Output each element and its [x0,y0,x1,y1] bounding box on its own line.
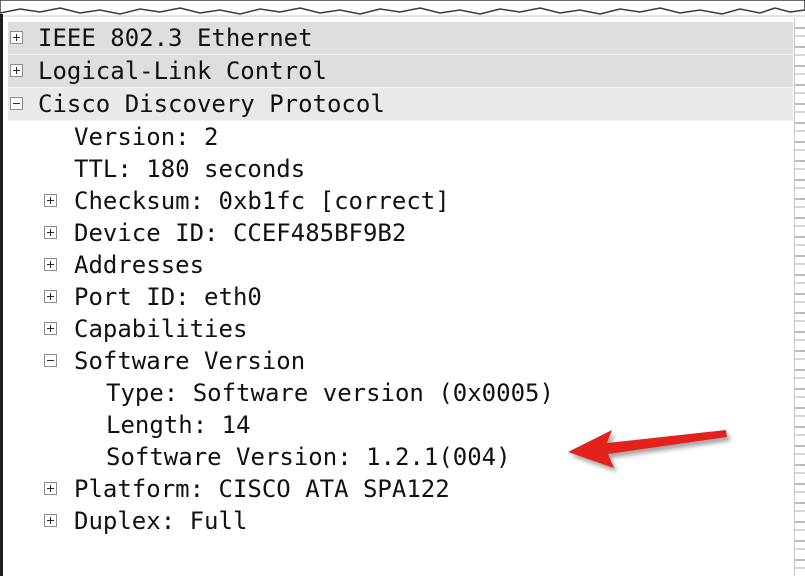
expand-icon[interactable] [44,482,57,495]
expand-icon[interactable] [44,514,57,527]
red-arrow-icon [568,430,727,468]
tree-row-label: Device ID: CCEF485BF9B2 [74,219,407,247]
vertical-scrollbar[interactable] [794,18,805,576]
tree-row-ethernet[interactable]: IEEE 802.3 Ethernet [8,22,793,55]
expand-icon[interactable] [44,194,57,207]
tree-row-label: Checksum: 0xb1fc [correct] [74,187,450,215]
tree-row-checksum[interactable]: Checksum: 0xb1fc [correct] [8,185,793,217]
tree-row-version[interactable]: Version: 2 [8,121,793,153]
expand-icon[interactable] [10,31,23,44]
expand-icon[interactable] [10,64,23,77]
tree-row-label: TTL: 180 seconds [74,155,306,183]
tree-row-software-version[interactable]: Software Version [8,345,793,377]
expand-icon[interactable] [44,290,57,303]
collapse-icon[interactable] [44,354,57,367]
tree-row-label: Cisco Discovery Protocol [38,90,385,118]
tree-row-device-id[interactable]: Device ID: CCEF485BF9B2 [8,217,793,249]
collapse-icon[interactable] [10,97,23,110]
tree-row-cdp[interactable]: Cisco Discovery Protocol [8,88,793,121]
tree-row-label: Addresses [74,251,205,279]
tree-row-type[interactable]: Type: Software version (0x0005) [8,377,793,409]
packet-details-pane: IEEE 802.3 Ethernet Logical-Link Control… [0,0,805,576]
tree-row-label: Duplex: Full [74,507,248,535]
tree-row-capabilities[interactable]: Capabilities [8,313,793,345]
tree-row-label: Software Version [74,347,306,375]
tree-row-ttl[interactable]: TTL: 180 seconds [8,153,793,185]
expand-icon[interactable] [44,258,57,271]
tree-row-duplex[interactable]: Duplex: Full [8,505,793,537]
tree-row-label: Software Version: 1.2.1(004) [106,443,511,471]
tree-row-label: Logical-Link Control [38,57,327,85]
tree-row-label: IEEE 802.3 Ethernet [38,24,313,52]
expand-icon[interactable] [44,322,57,335]
tree-row-llc[interactable]: Logical-Link Control [8,55,793,88]
tree-row-label: Version: 2 [74,123,219,151]
pane-left-border [0,14,3,576]
tree-row-addresses[interactable]: Addresses [8,249,793,281]
expand-icon[interactable] [44,226,57,239]
torn-edge [0,0,805,17]
tree-row-port-id[interactable]: Port ID: eth0 [8,281,793,313]
tree-row-label: Port ID: eth0 [74,283,262,311]
tree-row-label: Type: Software version (0x0005) [106,379,554,407]
tree-row-label: Length: 14 [106,411,251,439]
tree-row-label: Capabilities [74,315,248,343]
tree-row-label: Platform: CISCO ATA SPA122 [74,475,450,503]
